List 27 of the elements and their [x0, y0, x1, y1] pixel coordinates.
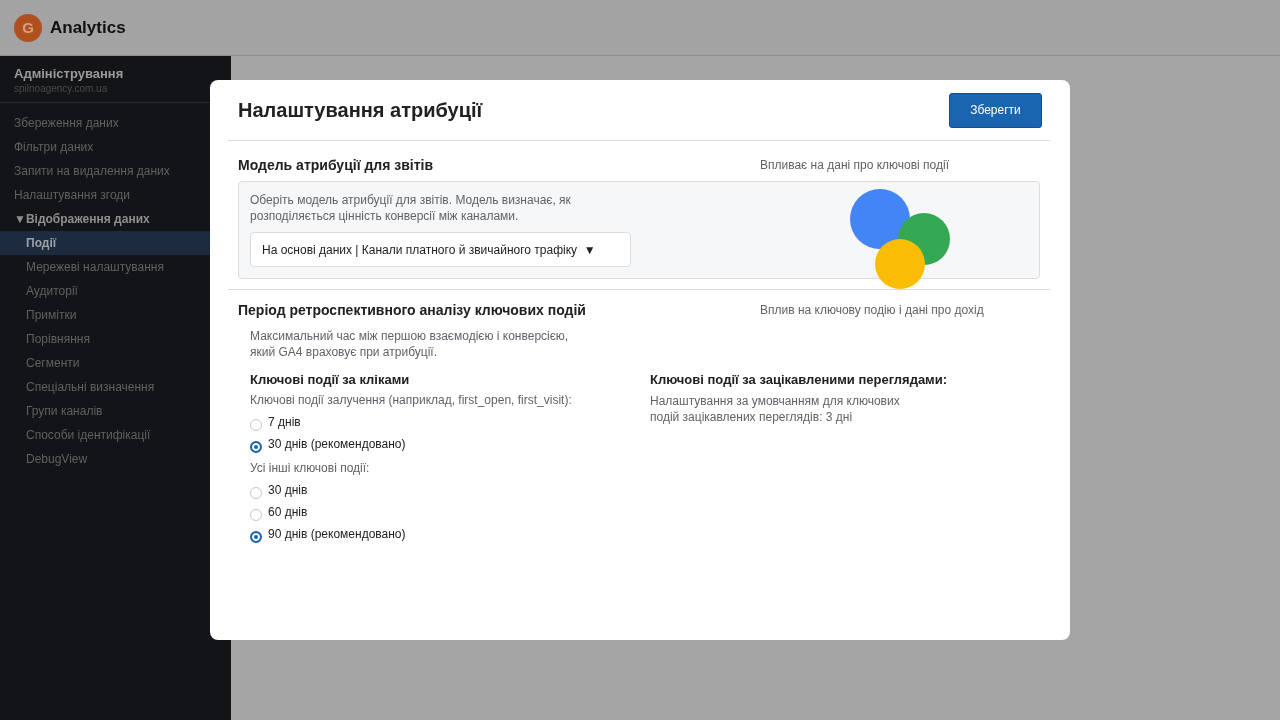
logo-icon: G	[14, 13, 42, 42]
group-label: Ключові події залучення (наприклад, first_open, first_visit):	[250, 393, 573, 407]
radio-label: 30 днів	[268, 483, 308, 497]
description: Максимальний час між першою взаємодією і конверсією, який GA4 враховує при атрибуції.	[250, 328, 570, 360]
group-label: Усі інші ключові події:	[250, 461, 371, 475]
section-title: Період ретроспективного аналізу ключових подій	[238, 302, 587, 318]
column-title: Ключові події за зацікавленими переглядами:	[650, 372, 948, 387]
section-note: Впливає на дані про ключові події	[760, 158, 950, 172]
section-title: Модель атрибуції для звітів	[238, 157, 435, 173]
save-button[interactable]: Зберегти	[949, 92, 1042, 128]
radio-button[interactable]	[250, 509, 262, 521]
model-dropdown[interactable]: На основі даних | Канали платного й звичайного трафіку ▼	[250, 232, 631, 267]
column-title: Ключові події за кліками	[250, 372, 411, 387]
sidebar-title: Адміністрування	[14, 66, 125, 81]
radio-button[interactable]	[250, 531, 262, 543]
dialog-title: Налаштування атрибуції	[238, 98, 483, 122]
radio-button[interactable]	[250, 419, 262, 431]
app-title: Analytics	[50, 17, 126, 38]
radio-label: 60 днів	[268, 505, 308, 519]
radio-label: 90 днів (рекомендовано)	[268, 527, 406, 541]
views-text: Налаштування за умовчанням для ключових подій зацікавлених переглядів: 3 дні	[650, 393, 901, 425]
radio-button[interactable]	[250, 441, 262, 453]
radio-button[interactable]	[250, 487, 262, 499]
section-note: Вплив на ключову подію і дані про дохід	[760, 303, 984, 317]
radio-label: 30 днів (рекомендовано)	[268, 437, 406, 451]
description: Оберіть модель атрибуції для звітів. Модель визначає, як розподіляється цінність конверсії між каналами.	[250, 192, 572, 224]
radio-label: 7 днів	[268, 415, 301, 429]
